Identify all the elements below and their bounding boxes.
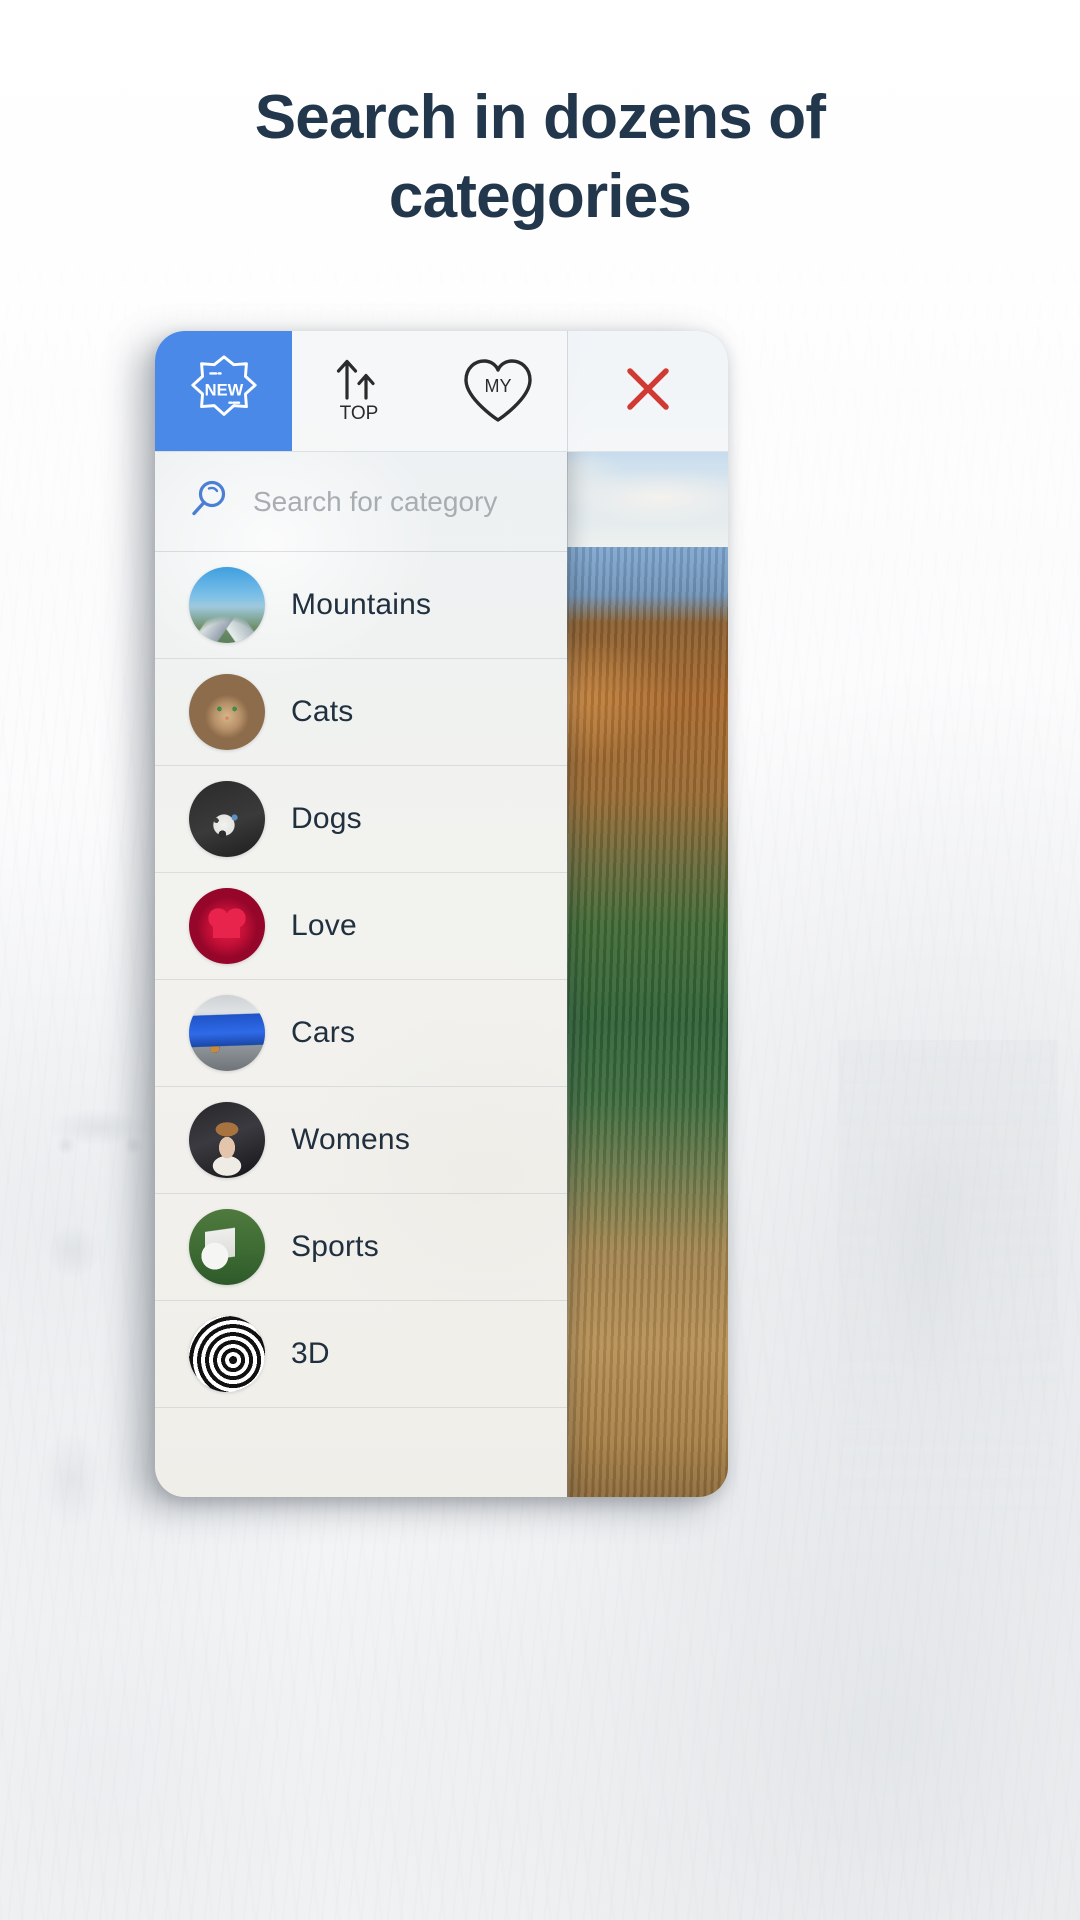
list-item[interactable]: Cats	[155, 659, 567, 766]
drawer-edge-divider	[567, 452, 568, 1497]
watermark-cat-icon	[12, 1400, 132, 1560]
mountains-thumb	[189, 567, 265, 643]
category-label: Sports	[291, 1230, 379, 1263]
category-drawer: NEW TOP MY Search for category Mountains…	[155, 331, 567, 1497]
category-label: 3D	[291, 1337, 330, 1370]
my-heart-icon: MY	[458, 354, 538, 428]
category-label: Love	[291, 909, 357, 942]
dogs-thumb	[189, 781, 265, 857]
category-label: Womens	[291, 1123, 411, 1156]
category-label: Cars	[291, 1016, 356, 1049]
category-label: Dogs	[291, 802, 362, 835]
search-input[interactable]	[253, 485, 533, 518]
love-thumb	[189, 888, 265, 964]
close-drawer-button[interactable]	[567, 331, 728, 452]
list-item[interactable]: Love	[155, 873, 567, 980]
page-title: Search in dozens of categories	[254, 83, 826, 232]
sports-thumb	[189, 1209, 265, 1285]
3d-thumb	[189, 1316, 265, 1392]
phone-mockup: NEW TOP MY Search for category Mountains…	[155, 331, 728, 1497]
search-row[interactable]	[155, 452, 567, 552]
category-label: Cats	[291, 695, 354, 728]
top-arrows-icon: TOP	[321, 350, 401, 432]
drawer-tabbar: NEW TOP MY	[155, 331, 567, 452]
svg-text:TOP: TOP	[340, 403, 379, 424]
svg-text:MY: MY	[485, 376, 512, 396]
new-badge-icon: NEW	[185, 352, 263, 430]
svg-text:NEW: NEW	[204, 380, 243, 399]
watermark-car-icon	[18, 1075, 178, 1165]
cats-thumb	[189, 674, 265, 750]
cars-thumb	[189, 995, 265, 1071]
list-item[interactable]: Womens	[155, 1087, 567, 1194]
watermark-heart-icon	[30, 1215, 116, 1295]
category-label: Mountains	[291, 588, 432, 621]
list-item[interactable]: Sports	[155, 1194, 567, 1301]
close-x-icon	[622, 363, 674, 420]
watermark-tree-icon	[838, 1040, 1058, 1600]
list-item[interactable]: 3D	[155, 1301, 567, 1408]
tab-my[interactable]: MY	[430, 331, 567, 451]
category-list: Mountains Cats Dogs Love Cars Womens Spo…	[155, 552, 567, 1497]
womens-thumb	[189, 1102, 265, 1178]
list-item[interactable]: Dogs	[155, 766, 567, 873]
tab-top[interactable]: TOP	[292, 331, 429, 451]
search-icon	[189, 478, 231, 525]
list-item[interactable]: Cars	[155, 980, 567, 1087]
list-item[interactable]: Mountains	[155, 552, 567, 659]
tab-new[interactable]: NEW	[155, 331, 293, 451]
